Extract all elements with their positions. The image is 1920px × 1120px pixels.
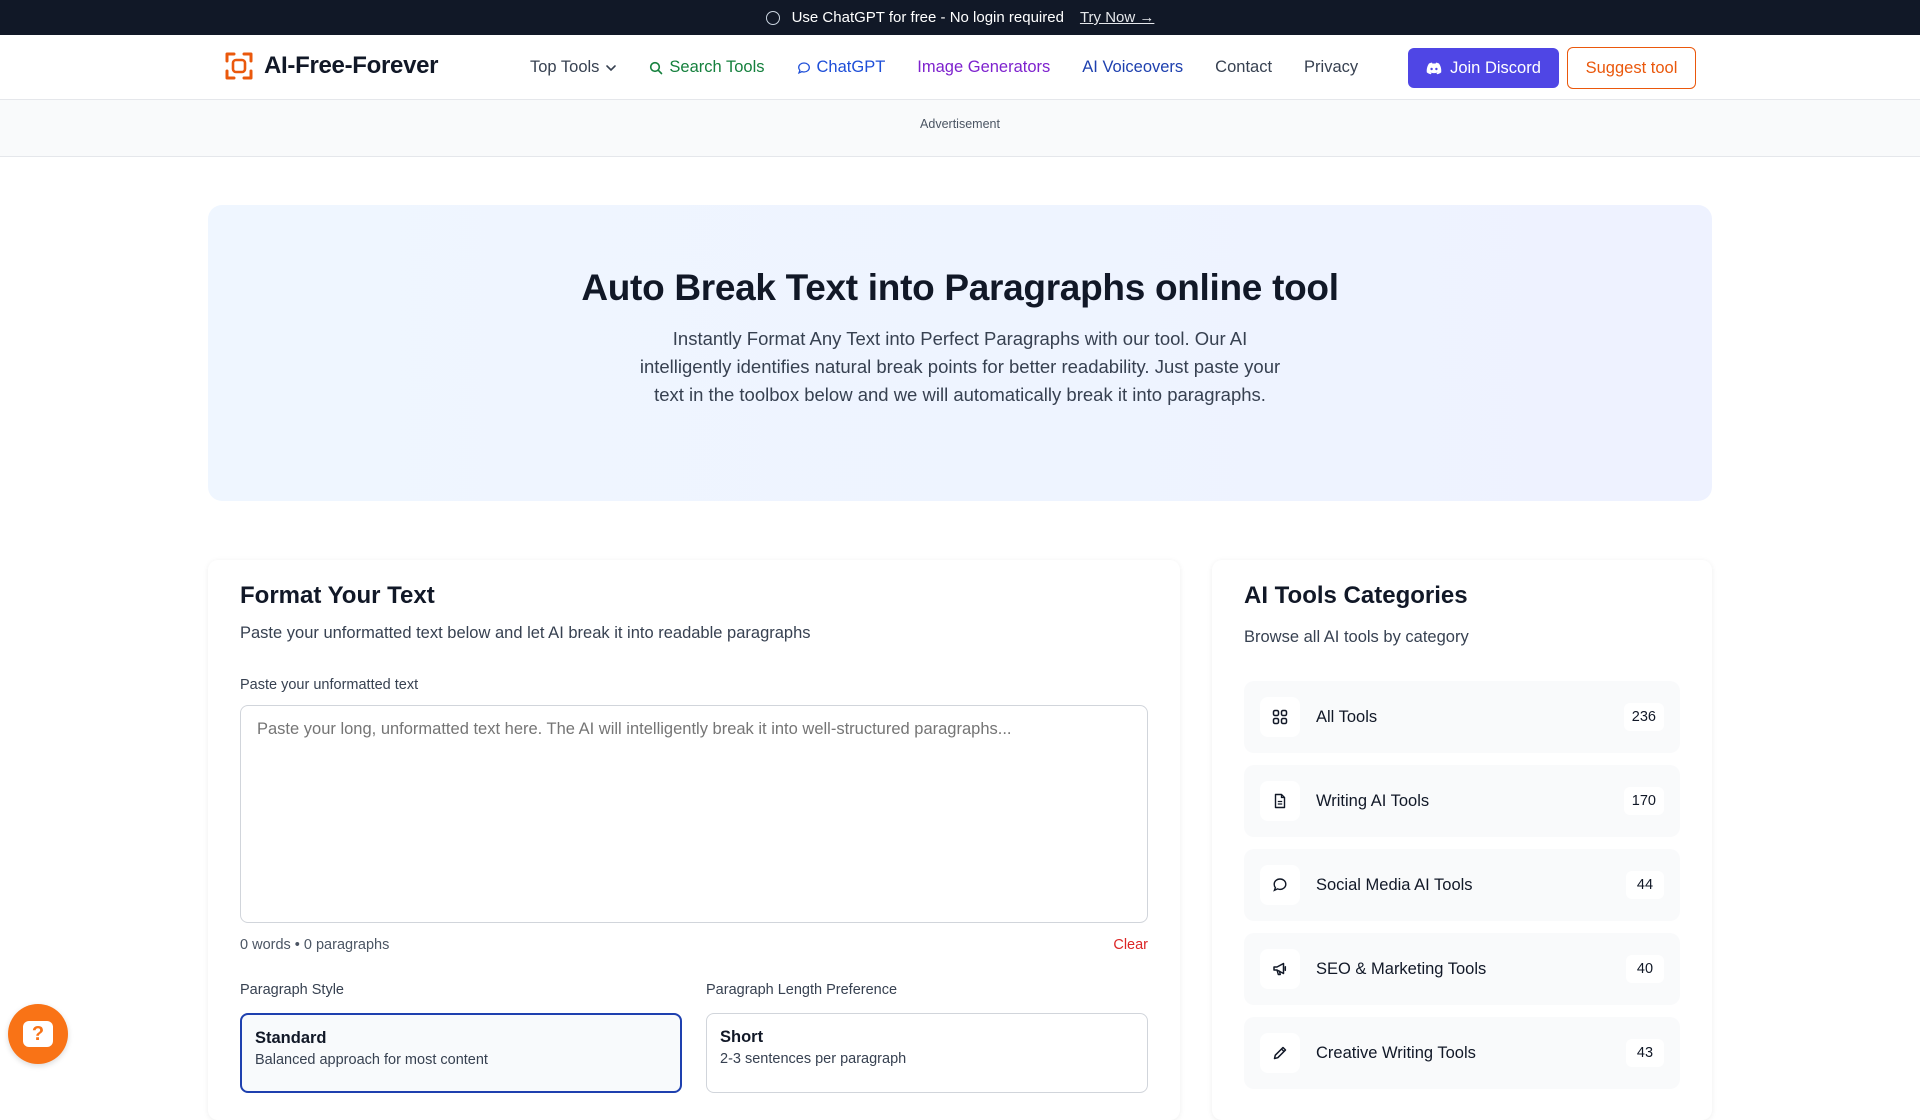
format-card-title: Format Your Text: [240, 582, 435, 609]
nav-label: ChatGPT: [816, 58, 886, 76]
style-option-standard[interactable]: Standard Balanced approach for most cont…: [240, 1013, 682, 1093]
format-card-subtitle: Paste your unformatted text below and le…: [240, 624, 811, 642]
nav-ai-voiceovers[interactable]: AI Voiceovers: [1082, 58, 1183, 77]
promo-banner: Use ChatGPT for free - No login required…: [0, 0, 1920, 35]
unformatted-text-input[interactable]: [240, 705, 1148, 923]
categories-title: AI Tools Categories: [1244, 582, 1468, 609]
category-name: All Tools: [1316, 707, 1378, 726]
pencil-icon: [1260, 1033, 1300, 1073]
logo-text: AI-Free-Forever: [264, 52, 439, 79]
paragraph-style-label: Paragraph Style: [240, 982, 344, 998]
category-count: 43: [1626, 1039, 1664, 1067]
category-count: 44: [1626, 871, 1664, 899]
text-input-label: Paste your unformatted text: [240, 677, 419, 693]
main-nav: Top Tools Search Tools ChatGPT Image Gen…: [530, 35, 1390, 100]
document-icon: [1260, 781, 1300, 821]
category-writing-ai-tools[interactable]: Writing AI Tools 170: [1244, 765, 1680, 837]
chat-bubble-icon: [1260, 865, 1300, 905]
category-count: 40: [1626, 955, 1664, 983]
chat-bubble-icon: [797, 61, 810, 74]
discord-label: Join Discord: [1450, 58, 1541, 77]
nav-label: Contact: [1215, 58, 1273, 76]
nav-top-tools[interactable]: Top Tools: [530, 58, 617, 77]
category-name: Social Media AI Tools: [1316, 875, 1473, 894]
option-title: Short: [720, 1028, 764, 1046]
page-title: Auto Break Text into Paragraphs online t…: [581, 267, 1339, 308]
advertisement-label: Advertisement: [920, 117, 1000, 131]
clear-button[interactable]: Clear: [1113, 937, 1148, 953]
nav-label: Privacy: [1304, 58, 1359, 76]
nav-image-generators[interactable]: Image Generators: [917, 58, 1050, 77]
category-all-tools[interactable]: All Tools 236: [1244, 681, 1680, 753]
category-creative-writing-tools[interactable]: Creative Writing Tools 43: [1244, 1017, 1680, 1089]
option-description: Balanced approach for most content: [255, 1052, 488, 1068]
site-logo[interactable]: AI-Free-Forever: [224, 51, 439, 81]
categories-subtitle: Browse all AI tools by category: [1244, 628, 1469, 646]
help-chat-button[interactable]: ?: [8, 1004, 68, 1064]
join-discord-button[interactable]: Join Discord: [1408, 48, 1559, 88]
nav-label: Image Generators: [917, 58, 1051, 76]
paragraph-length-label: Paragraph Length Preference: [706, 982, 898, 998]
category-name: SEO & Marketing Tools: [1316, 959, 1487, 978]
promo-message: Use ChatGPT for free - No login required: [791, 9, 1064, 26]
nav-chatgpt[interactable]: ChatGPT: [797, 58, 886, 77]
categories-card: AI Tools Categories Browse all AI tools …: [1212, 560, 1712, 1120]
nav-label: Top Tools: [530, 58, 600, 76]
question-icon: ?: [23, 1021, 53, 1047]
nav-privacy[interactable]: Privacy: [1304, 58, 1358, 77]
chat-bubble-icon: [765, 10, 780, 25]
length-option-short[interactable]: Short 2-3 sentences per paragraph: [706, 1013, 1148, 1093]
grid-icon: [1260, 697, 1300, 737]
option-description: 2-3 sentences per paragraph: [720, 1051, 907, 1067]
category-name: Writing AI Tools: [1316, 791, 1430, 810]
advertisement-slot: Advertisement: [0, 100, 1920, 157]
chevron-down-icon: [606, 64, 617, 71]
word-paragraph-count: 0 words • 0 paragraphs: [240, 937, 390, 953]
format-text-card: Format Your Text Paste your unformatted …: [208, 560, 1180, 1120]
discord-icon: [1426, 62, 1442, 74]
category-seo-marketing-tools[interactable]: SEO & Marketing Tools 40: [1244, 933, 1680, 1005]
nav-label: AI Voiceovers: [1082, 58, 1184, 76]
category-name: Creative Writing Tools: [1316, 1043, 1476, 1062]
site-header: AI-Free-Forever Top Tools Search Tools C…: [0, 35, 1920, 100]
category-social-media-ai-tools[interactable]: Social Media AI Tools 44: [1244, 849, 1680, 921]
nav-contact[interactable]: Contact: [1215, 58, 1272, 77]
search-icon: [650, 61, 663, 74]
category-count: 236: [1623, 703, 1664, 731]
option-title: Standard: [255, 1029, 327, 1047]
hero-section: Auto Break Text into Paragraphs online t…: [208, 205, 1712, 501]
nav-search-tools[interactable]: Search Tools: [649, 58, 765, 77]
category-count: 170: [1623, 787, 1664, 815]
megaphone-icon: [1260, 949, 1300, 989]
try-now-link[interactable]: Try Now →: [1080, 9, 1154, 26]
hero-description: Instantly Format Any Text into Perfect P…: [639, 328, 1281, 405]
suggest-tool-button[interactable]: Suggest tool: [1567, 47, 1696, 89]
logo-icon: [225, 52, 253, 80]
nav-label: Search Tools: [669, 58, 765, 76]
